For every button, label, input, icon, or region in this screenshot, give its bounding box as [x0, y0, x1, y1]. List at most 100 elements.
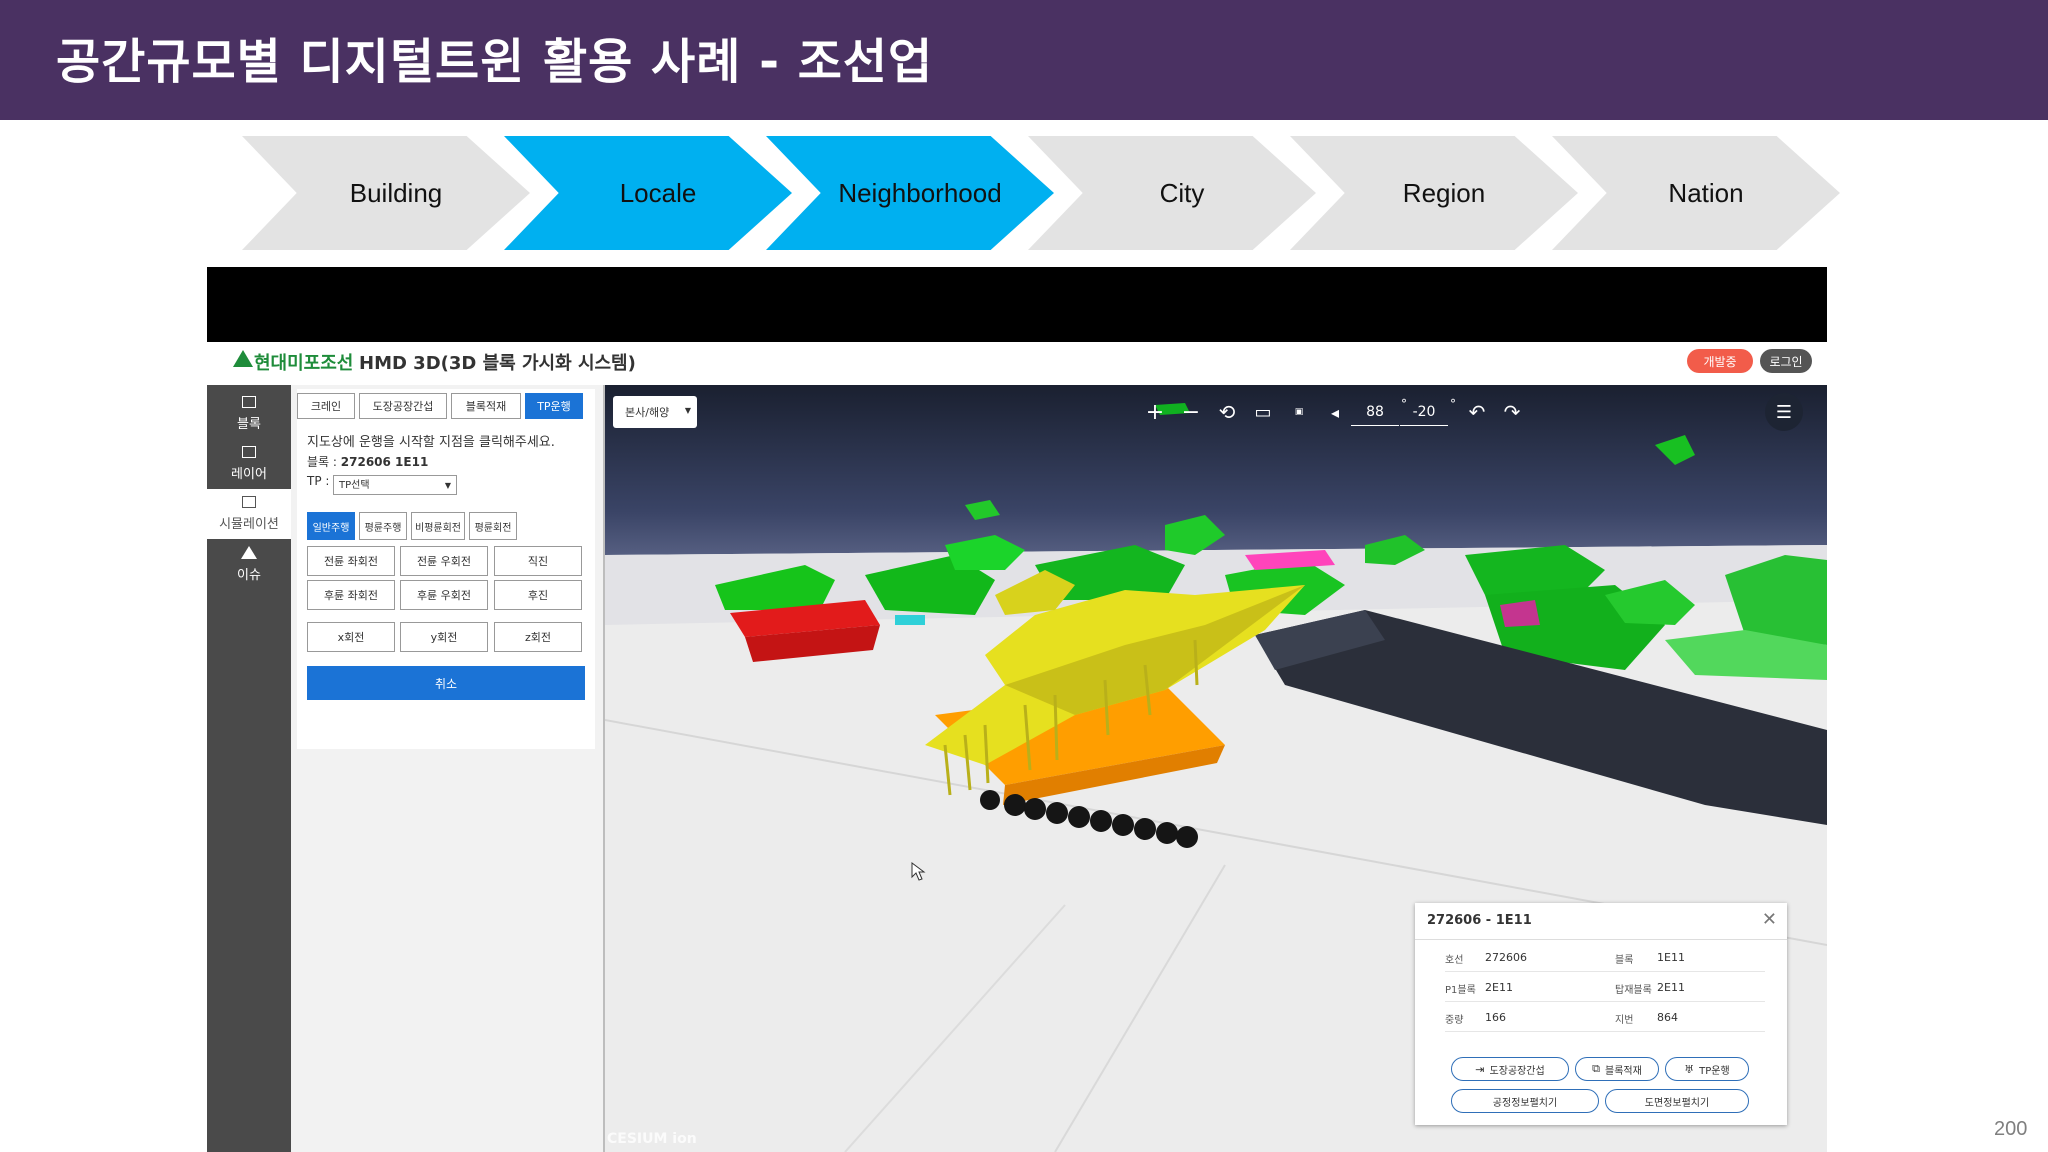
menu-icon[interactable]: ☰ [1765, 393, 1803, 431]
tp-operation-button[interactable]: ♅ TP운행 [1665, 1057, 1749, 1081]
popup-header: 272606 - 1E11 ✕ [1415, 903, 1787, 940]
info-value: 272606 [1485, 951, 1527, 964]
tp-label: TP : [307, 474, 330, 488]
info-value: 864 [1657, 1011, 1678, 1024]
x-rotate-button[interactable]: x회전 [307, 622, 395, 652]
scale-chevron-city: City [1028, 136, 1316, 250]
info-key: P1블록 [1445, 985, 1476, 996]
heading-angle-field[interactable]: 88 [1351, 399, 1399, 426]
tab-crane[interactable]: 크레인 [297, 393, 355, 419]
reset-view-icon[interactable]: ⟲ [1210, 395, 1244, 429]
y-rotate-button[interactable]: y회전 [400, 622, 488, 652]
mode-parallel-drive[interactable]: 평륜주행 [359, 512, 407, 540]
scale-chevron-nation: Nation [1552, 136, 1840, 250]
3d-viewer[interactable]: 본사/해양 ▼ + − ⟲ ▭ ▣ ◂ 88 ° -20 ° ↶ ↷ ☰ CES… [605, 385, 1827, 1152]
block-info: 블록 : 272606 1E11 [307, 453, 428, 470]
front-right-turn-button[interactable]: 전륜 우회전 [400, 546, 488, 576]
rear-left-turn-button[interactable]: 후륜 좌회전 [307, 580, 395, 610]
caret-down-icon: ▼ [684, 406, 691, 415]
info-key: 호선 [1445, 955, 1464, 966]
sidebar-item-label: 레이어 [231, 467, 267, 482]
slide-title: 공간규모별 디지털트윈 활용 사례 - 조선업 [56, 34, 934, 90]
degree-icon: ° [1450, 397, 1456, 411]
page-number: 200 [1994, 1118, 2028, 1140]
rotate-right-icon[interactable]: ↷ [1495, 395, 1529, 429]
login-button[interactable]: 로그인 [1760, 349, 1812, 373]
block-loading-button[interactable]: ⧉ 블록적재 [1575, 1057, 1659, 1081]
scale-chevron-region: Region [1290, 136, 1578, 250]
zoom-in-icon[interactable]: + [1138, 395, 1172, 429]
info-row: 중량 166 지번 864 [1445, 1005, 1765, 1032]
simulation-panel: 크레인 도장공장간섭 블록적재 TP운행 지도상에 운행을 시작할 지점을 클릭… [291, 385, 605, 1152]
dev-status-badge: 개발중 [1687, 349, 1753, 373]
process-info-expand-button[interactable]: 공정정보펼치기 [1451, 1089, 1599, 1113]
button-label: TP운행 [1699, 1065, 1730, 1077]
simulation-icon [242, 496, 256, 508]
info-row: 호선 272606 블록 1E11 [1445, 945, 1765, 972]
paint-shop-interference-button[interactable]: ⇥ 도장공장간섭 [1451, 1057, 1569, 1081]
tab-block-loading[interactable]: 블록적재 [451, 393, 521, 419]
mode-nonparallel-turn[interactable]: 비평륜회전 [411, 512, 465, 540]
sidebar-item-label: 블록 [237, 417, 261, 432]
rear-right-turn-button[interactable]: 후륜 우회전 [400, 580, 488, 610]
mode-normal-drive[interactable]: 일반주행 [307, 512, 355, 540]
info-value: 2E11 [1485, 981, 1513, 994]
icon-sidebar: 블록 레이어 시뮬레이션 이슈 [207, 385, 291, 1152]
stack-icon: ⧉ [1592, 1062, 1601, 1075]
block-info-popup: 272606 - 1E11 ✕ 호선 272606 블록 1E11 P1블록 2… [1415, 903, 1787, 1125]
app-title: HMD 3D(3D 블록 가시화 시스템) [359, 353, 636, 374]
layers-icon [242, 446, 256, 458]
sidebar-item-simulation[interactable]: 시뮬레이션 [207, 489, 291, 539]
scale-label: Locale [619, 177, 697, 208]
mode-parallel-turn[interactable]: 평륜회전 [469, 512, 517, 540]
scale-label: City [1159, 177, 1205, 208]
sidebar-item-layer[interactable]: 레이어 [207, 439, 291, 489]
site-select[interactable]: 본사/해양 ▼ [613, 396, 697, 428]
scale-chevron-locale: Locale [504, 136, 792, 250]
front-left-turn-button[interactable]: 전륜 좌회전 [307, 546, 395, 576]
enter-icon: ⇥ [1475, 1062, 1485, 1076]
site-select-value: 본사/해양 [625, 406, 670, 419]
tab-tp-operation[interactable]: TP운행 [525, 393, 583, 419]
rotate-left-icon[interactable]: ↶ [1460, 395, 1494, 429]
block-icon [242, 396, 256, 408]
brand-logo-icon [233, 350, 253, 367]
sidebar-item-issue[interactable]: 이슈 [207, 539, 291, 589]
transporter-icon: ♅ [1684, 1062, 1695, 1076]
brand-name: 현대미포조선 [254, 353, 354, 374]
info-value: 166 [1485, 1011, 1506, 1024]
sidebar-item-label: 시뮬레이션 [219, 517, 279, 532]
tp-select[interactable]: TP선택 ▼ [333, 475, 457, 495]
layer-toggle-icon[interactable]: ▭ [1246, 395, 1280, 429]
drawing-info-expand-button[interactable]: 도면정보펼치기 [1605, 1089, 1749, 1113]
tab-paint-shop-interference[interactable]: 도장공장간섭 [359, 393, 447, 419]
sidebar-item-block[interactable]: 블록 [207, 389, 291, 439]
reverse-button[interactable]: 후진 [494, 580, 582, 610]
popup-title: 272606 - 1E11 [1427, 913, 1532, 928]
pitch-angle-field[interactable]: -20 [1400, 399, 1448, 426]
compass-icon[interactable]: ◂ [1318, 395, 1352, 429]
button-label: 블록적재 [1605, 1065, 1642, 1077]
info-row: P1블록 2E11 탑재블록 2E11 [1445, 975, 1765, 1002]
scale-label: Region [1402, 177, 1486, 208]
video-black-bar [207, 267, 1827, 342]
scale-label: Neighborhood [838, 177, 1002, 208]
scale-label: Building [349, 177, 443, 208]
scale-label: Nation [1668, 177, 1744, 208]
cesium-attribution: CESIUM ion [607, 1131, 697, 1147]
measure-area-icon[interactable]: ▣ [1282, 395, 1316, 429]
cancel-button[interactable]: 취소 [307, 666, 585, 700]
instruction-message: 지도상에 운행을 시작할 지점을 클릭해주세요. [307, 435, 555, 450]
close-icon[interactable]: ✕ [1762, 909, 1777, 930]
zoom-out-icon[interactable]: − [1174, 395, 1208, 429]
info-value: 2E11 [1657, 981, 1685, 994]
app-window: 현대미포조선 HMD 3D(3D 블록 가시화 시스템) 개발중 로그인 블록 … [207, 267, 1827, 1152]
z-rotate-button[interactable]: z회전 [494, 622, 582, 652]
info-key: 지번 [1615, 1015, 1634, 1026]
block-value: 272606 1E11 [340, 455, 429, 469]
app-header: 현대미포조선 HMD 3D(3D 블록 가시화 시스템) 개발중 로그인 [207, 342, 1827, 378]
forward-button[interactable]: 직진 [494, 546, 582, 576]
slide-header: 공간규모별 디지털트윈 활용 사례 - 조선업 [0, 0, 2048, 120]
warning-icon [241, 545, 257, 559]
scale-chevron-building: Building [242, 136, 530, 250]
